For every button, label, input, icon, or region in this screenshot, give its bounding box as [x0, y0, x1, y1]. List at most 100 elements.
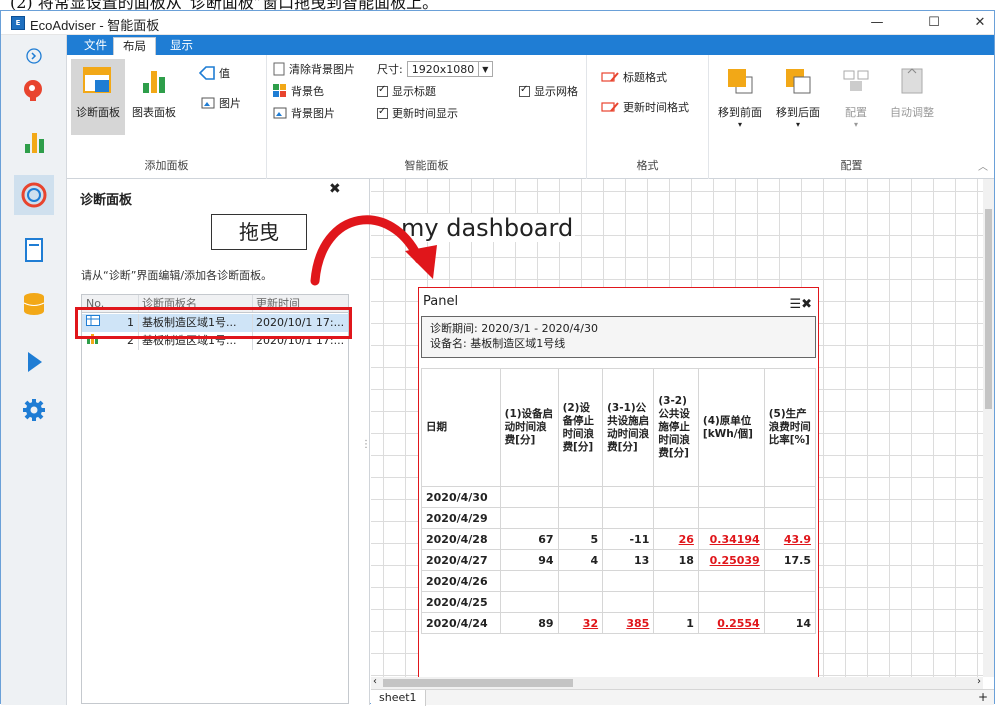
table-cell [499, 486, 559, 508]
show-title-checkbox[interactable]: 显示标题 [377, 83, 436, 99]
size-select[interactable]: 1920x1080 ▼ [406, 61, 494, 77]
picture-icon [201, 97, 215, 109]
smart-panel-group-label: 智能面板 [404, 159, 449, 172]
maximize-button[interactable]: ☐ [911, 11, 957, 35]
left-navigation [1, 35, 67, 705]
collapse-nav-icon[interactable] [19, 41, 49, 71]
bg-image-button[interactable]: 背景图片 [273, 105, 335, 121]
minimize-button[interactable]: — [854, 11, 900, 35]
horizontal-scrollbar[interactable]: ‹ › [371, 676, 983, 689]
bg-image-label: 背景图片 [291, 107, 335, 120]
table-cell: 43.9 [763, 528, 817, 550]
app-logo-icon: E [11, 16, 25, 30]
panel-menu-close-icon[interactable]: ☰✖ [789, 291, 812, 319]
advisor-head-icon[interactable] [19, 75, 49, 105]
table-cell: 13 [602, 549, 655, 571]
scroll-thumb[interactable] [985, 209, 992, 409]
blank-page-icon [273, 62, 285, 76]
table-header-cell: (3-2)公共设施停止时间浪费[分] [653, 368, 699, 487]
checkbox-icon [519, 84, 530, 97]
checkbox-icon [377, 84, 388, 97]
table-cell: 67 [499, 528, 559, 550]
table-cell [653, 507, 699, 529]
dashboard-panel-widget[interactable]: Panel ☰✖ 诊断期间: 2020/3/1 - 2020/4/30 设备名:… [418, 287, 819, 685]
group-add-panel: 诊断面板 图表面板 值 图片 添加面板 [67, 55, 267, 179]
value-button[interactable]: 值 [199, 65, 230, 81]
scroll-thumb[interactable] [383, 679, 573, 687]
title-bar: E EcoAdviser - 智能面板 — ☐ ✕ [1, 11, 994, 35]
chart-panel-button[interactable]: 图表面板 [127, 59, 181, 129]
gear-nav-icon[interactable] [19, 395, 49, 425]
add-sheet-icon[interactable]: + [978, 690, 988, 704]
app-window: E EcoAdviser - 智能面板 — ☐ ✕ 文件 布局 显示 诊断面板 … [0, 10, 995, 706]
scroll-left-icon[interactable]: ‹ [373, 676, 377, 687]
table-cell: 2020/4/30 [421, 486, 501, 508]
send-back-button[interactable]: 移到后面 ▾ [771, 59, 825, 129]
image-button[interactable]: 图片 [201, 95, 241, 111]
table-cell: 0.2554 [697, 612, 765, 634]
title-format-button[interactable]: 标题格式 [601, 69, 667, 85]
table-row: 2020/4/28 67 5 -11 26 0.34194 43.9 [421, 528, 817, 550]
clear-bg-image-button[interactable]: 清除背景图片 [273, 61, 355, 77]
group-format: 标题格式 更新时间格式 格式 [587, 55, 709, 179]
table-cell [557, 570, 604, 592]
table-cell: 2020/4/28 [421, 528, 501, 550]
table-cell [697, 507, 765, 529]
table-cell [653, 591, 699, 613]
table-row: 2020/4/24 89 32 385 1 0.2554 14 [421, 612, 817, 634]
panel-info: 诊断期间: 2020/3/1 - 2020/4/30 设备名: 基板制造区域1号… [421, 316, 816, 358]
table-cell [763, 570, 817, 592]
bg-color-button[interactable]: 背景色 [273, 83, 324, 99]
scroll-right-icon[interactable]: › [977, 676, 981, 687]
send-back-label: 移到后面 [776, 106, 820, 119]
table-header-cell: (5)生产浪费时间比率[%] [763, 368, 817, 487]
diag-panel-list: No. 诊断面板名 更新时间 1 基板制造区域1号... 2020/10/1 1… [81, 294, 349, 704]
database-nav-icon[interactable] [19, 289, 49, 319]
bring-front-button[interactable]: 移到前面 ▾ [713, 59, 767, 129]
collapse-ribbon-icon[interactable]: ︿ [978, 158, 988, 173]
table-cell: 0.34194 [697, 528, 765, 550]
color-grid-icon [273, 84, 286, 97]
table-cell: 26 [653, 528, 699, 550]
show-update-time-checkbox[interactable]: 更新时间显示 [377, 105, 458, 121]
table-cell: 0.25039 [697, 549, 765, 571]
update-time-format-button[interactable]: 更新时间格式 [601, 99, 689, 115]
config-button[interactable]: 配置 ▾ [829, 59, 883, 129]
diag-panel-hint: 请从“诊断”界面编辑/添加各诊断面板。 [81, 269, 273, 282]
close-button[interactable]: ✕ [957, 11, 995, 35]
table-cell [697, 570, 765, 592]
drag-callout: 拖曳 [211, 214, 307, 250]
clear-bg-label: 清除背景图片 [289, 63, 355, 76]
show-grid-label: 显示网格 [534, 85, 578, 98]
table-cell [557, 507, 604, 529]
device-name: 设备名: 基板制造区域1号线 [430, 337, 566, 350]
diag-period: 诊断期间: 2020/3/1 - 2020/4/30 [430, 322, 598, 335]
tab-display[interactable]: 显示 [161, 37, 202, 55]
vertical-scrollbar[interactable] [983, 179, 994, 677]
document-nav-icon[interactable] [19, 235, 49, 265]
highlight-box [75, 307, 352, 339]
tab-file[interactable]: 文件 [75, 37, 116, 55]
panel-title: Panel [423, 294, 459, 309]
tag-icon [199, 66, 215, 80]
size-control: 尺寸: 1920x1080 ▼ [377, 61, 494, 77]
auto-adjust-label: 自动调整 [890, 106, 934, 119]
splitter-handle[interactable]: ⋮ [361, 439, 371, 450]
ribbon-tab-bar: 文件 布局 显示 [67, 35, 994, 55]
tab-layout[interactable]: 布局 [113, 37, 156, 55]
bar-chart-nav-icon[interactable] [19, 127, 49, 157]
table-cell [499, 507, 559, 529]
show-grid-checkbox[interactable]: 显示网格 [519, 83, 578, 99]
table-cell: 2020/4/25 [421, 591, 501, 613]
checkbox-icon [377, 106, 388, 119]
table-cell: 2020/4/24 [421, 612, 501, 634]
auto-adjust-button[interactable]: 自动调整 [885, 59, 939, 129]
table-cell: 32 [557, 612, 604, 634]
bg-picture-icon [273, 107, 287, 119]
diag-panel-title: 诊断面板 [80, 193, 133, 208]
size-value: 1920x1080 [411, 63, 475, 76]
table-cell [653, 570, 699, 592]
diag-panel-button[interactable]: 诊断面板 [71, 59, 125, 135]
play-nav-icon[interactable] [19, 347, 49, 377]
dashboard-gauge-icon[interactable] [14, 175, 54, 215]
